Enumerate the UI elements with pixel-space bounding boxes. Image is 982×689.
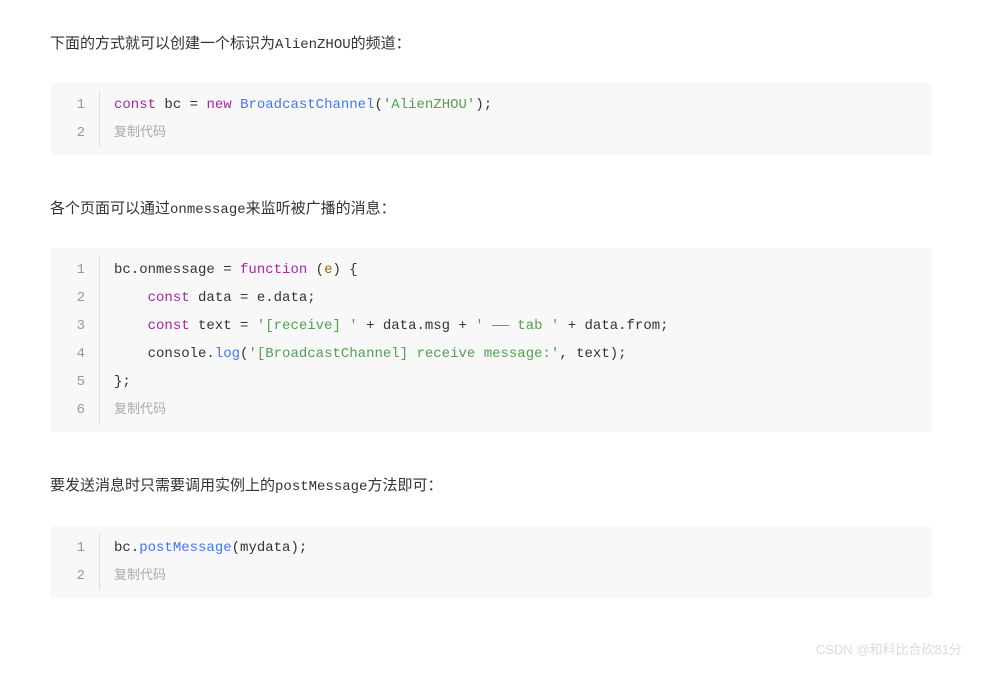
- paragraph-3: 要发送消息时只需要调用实例上的postMessage方法即可：: [50, 472, 932, 500]
- code-line: 4 console.log('[BroadcastChannel] receiv…: [50, 340, 932, 368]
- code-block-2: 1 bc.onmessage = function (e) { 2 const …: [50, 248, 932, 432]
- watermark: CSDN @和科比合砍81分: [816, 639, 962, 658]
- p3-suffix: 方法即可：: [367, 477, 442, 494]
- paragraph-2: 各个页面可以通过onmessage来监听被广播的消息：: [50, 195, 932, 223]
- line-number: 2: [50, 119, 100, 147]
- code-line: 1 bc.postMessage(mydata);: [50, 534, 932, 562]
- code-line: 1 const bc = new BroadcastChannel('Alien…: [50, 91, 932, 119]
- copy-code-button[interactable]: 复制代码: [100, 563, 166, 589]
- p2-suffix: 来监听被广播的消息：: [246, 200, 396, 217]
- code-content: };: [100, 368, 131, 396]
- paragraph-1: 下面的方式就可以创建一个标识为AlienZHOU的频道：: [50, 30, 932, 58]
- line-number: 4: [50, 340, 100, 368]
- copy-code-button[interactable]: 复制代码: [100, 120, 166, 146]
- line-number: 2: [50, 284, 100, 312]
- p1-inline-code: AlienZHOU: [275, 37, 351, 53]
- code-content: bc.onmessage = function (e) {: [100, 256, 358, 284]
- code-content: const text = '[receive] ' + data.msg + '…: [100, 312, 669, 340]
- line-number: 1: [50, 256, 100, 284]
- code-content: console.log('[BroadcastChannel] receive …: [100, 340, 627, 368]
- p3-inline-code: postMessage: [275, 479, 367, 495]
- line-number: 1: [50, 534, 100, 562]
- code-line: 1 bc.onmessage = function (e) {: [50, 256, 932, 284]
- p2-inline-code: onmessage: [170, 202, 246, 218]
- code-line: 5 };: [50, 368, 932, 396]
- p2-prefix: 各个页面可以通过: [50, 200, 170, 217]
- line-number: 5: [50, 368, 100, 396]
- line-number: 3: [50, 312, 100, 340]
- code-content: const bc = new BroadcastChannel('AlienZH…: [100, 91, 492, 119]
- code-line-copy: 2 复制代码: [50, 562, 932, 590]
- code-line: 3 const text = '[receive] ' + data.msg +…: [50, 312, 932, 340]
- line-number: 2: [50, 562, 100, 590]
- code-content: bc.postMessage(mydata);: [100, 534, 307, 562]
- p1-suffix: 的频道：: [351, 35, 411, 52]
- code-content: const data = e.data;: [100, 284, 316, 312]
- p1-prefix: 下面的方式就可以创建一个标识为: [50, 35, 275, 52]
- code-line-copy: 2 复制代码: [50, 119, 932, 147]
- code-block-1: 1 const bc = new BroadcastChannel('Alien…: [50, 83, 932, 155]
- copy-code-button[interactable]: 复制代码: [100, 397, 166, 423]
- code-line: 2 const data = e.data;: [50, 284, 932, 312]
- code-block-3: 1 bc.postMessage(mydata); 2 复制代码: [50, 526, 932, 598]
- p3-prefix: 要发送消息时只需要调用实例上的: [50, 477, 275, 494]
- code-line-copy: 6 复制代码: [50, 396, 932, 424]
- line-number: 1: [50, 91, 100, 119]
- line-number: 6: [50, 396, 100, 424]
